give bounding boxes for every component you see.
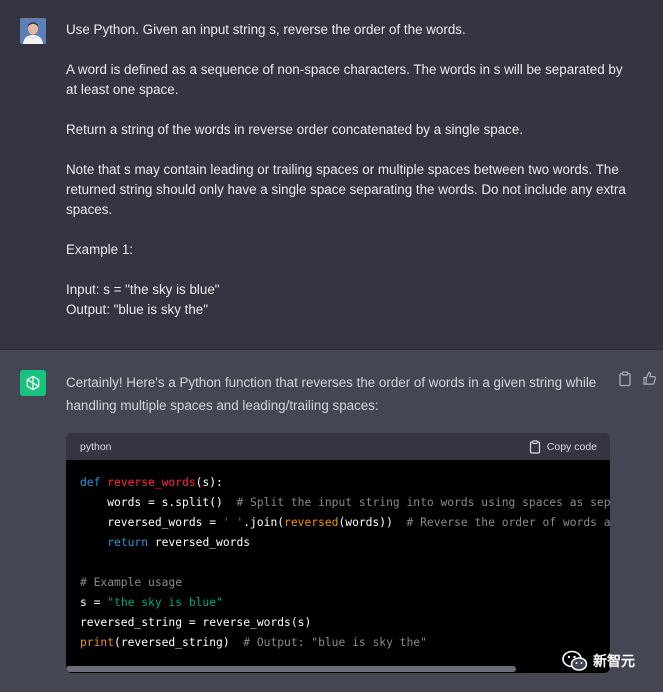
user-paragraph: Note that s may contain leading or trail… <box>66 162 630 217</box>
code-body: def reverse_words(s): words = s.split() … <box>66 460 610 673</box>
openai-logo-icon <box>26 375 40 391</box>
thumbs-up-icon[interactable] <box>642 371 658 387</box>
horizontal-scrollbar[interactable] <box>66 665 610 673</box>
user-paragraph: A word is defined as a sequence of non-s… <box>66 62 627 97</box>
watermark-text: 新智元 <box>593 653 635 669</box>
user-paragraph: Use Python. Given an input string s, rev… <box>66 22 466 37</box>
code-language-label: python <box>80 440 112 453</box>
user-message-text: Use Python. Given an input string s, rev… <box>66 20 626 320</box>
assistant-message: Certainly! Here's a Python function that… <box>0 350 663 692</box>
assistant-avatar <box>20 370 46 396</box>
user-avatar-image <box>20 18 46 44</box>
watermark: 新智元 <box>562 650 635 672</box>
code-content: def reverse_words(s): words = s.split() … <box>80 476 610 649</box>
copy-code-button[interactable]: Copy code <box>529 439 597 454</box>
user-paragraph: Return a string of the words in reverse … <box>66 122 524 137</box>
user-paragraph: Input: s = "the sky is blue" Output: "bl… <box>66 282 220 317</box>
assistant-intro-text: Certainly! Here's a Python function that… <box>66 375 597 413</box>
scrollbar-thumb[interactable] <box>66 666 516 672</box>
clipboard-icon <box>529 439 540 454</box>
message-actions <box>618 371 658 387</box>
copy-code-label: Copy code <box>546 440 597 453</box>
code-block: python Copy code def reverse_words(s): w… <box>66 433 610 673</box>
user-message: Use Python. Given an input string s, rev… <box>0 0 663 350</box>
user-paragraph: Example 1: <box>66 242 133 257</box>
code-block-header: python Copy code <box>66 433 610 460</box>
wechat-icon <box>562 650 588 671</box>
clipboard-icon[interactable] <box>618 371 634 387</box>
user-avatar <box>20 18 46 44</box>
